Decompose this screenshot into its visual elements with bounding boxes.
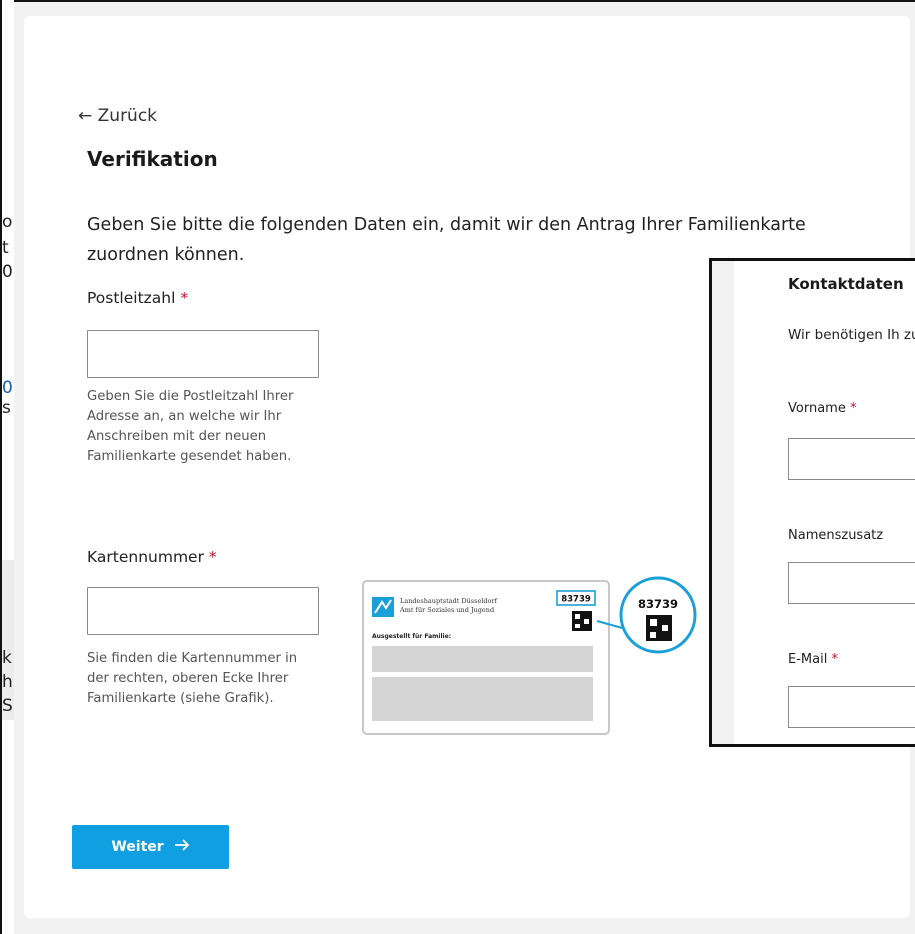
issued-for-label: Ausgestellt für Familie: [372,633,451,640]
contact-panel-text: Wir benötigen Ih zuschicken könn [788,327,915,343]
postal-code-label-text: Postleitzahl [87,289,176,307]
issuer-line-1: Landeshauptstadt Düsseldorf [400,597,498,605]
background-text-fragment: h [2,672,13,692]
name-suffix-input[interactable] [788,562,915,604]
card-number-input[interactable] [87,587,319,635]
background-text-fragment: S [2,696,13,716]
zoom-card-number: 83739 [638,597,678,611]
background-page-strip [0,0,14,934]
contact-panel-side-strip [712,261,734,744]
card-number-label: Kartennummer * [87,548,217,566]
card-number-label-text: Kartennummer [87,548,204,566]
background-text-fragment: 0 [2,262,13,282]
background-text-fragment: o [2,212,13,232]
qr-code-icon [572,611,592,631]
city-logo-icon [372,597,394,617]
contact-data-panel: Kontaktdaten Wir benötigen Ih zuschicken… [709,258,915,747]
email-label: E-Mail * [788,652,838,667]
card-field-placeholder [372,677,593,721]
card-number-sample: 83739 [561,595,591,605]
postal-code-help: Geben Sie die Postleitzahl Ihrer Adresse… [87,389,294,464]
background-text-fragment: 0 [2,378,13,398]
back-link[interactable]: ← Zurück [78,106,157,126]
postal-code-input[interactable] [87,330,319,378]
contact-panel-title: Kontaktdaten [788,275,904,293]
name-suffix-label-text: Namenszusatz [788,528,884,543]
name-suffix-label: Namenszusatz [788,528,883,543]
first-name-label: Vorname * [788,401,856,416]
background-text-fragment: k [2,648,12,668]
qr-code-zoom-icon [646,615,672,641]
required-mark: * [180,289,189,307]
first-name-label-text: Vorname [788,401,846,416]
required-mark: * [849,401,857,416]
frame-top-border [0,0,915,2]
email-input[interactable] [788,686,915,728]
card-number-help: Sie finden die Kartennummer in der recht… [87,651,298,706]
postal-code-label: Postleitzahl * [87,289,188,307]
card-field-placeholder [372,646,593,672]
email-label-text: E-Mail [788,652,828,667]
arrow-right-icon [174,839,190,855]
next-button[interactable]: Weiter [72,825,229,869]
required-mark: * [208,548,217,566]
next-button-label: Weiter [111,839,164,855]
required-mark: * [831,652,838,667]
page-title: Verifikation [87,147,218,171]
first-name-input[interactable] [788,438,915,480]
background-text-fragment: t [2,238,9,258]
issuer-line-2: Amt für Soziales und Jugend [399,606,494,614]
family-card-illustration: Landeshauptstadt Düsseldorf Amt für Sozi… [362,576,697,735]
background-text-fragment: s [2,398,11,418]
